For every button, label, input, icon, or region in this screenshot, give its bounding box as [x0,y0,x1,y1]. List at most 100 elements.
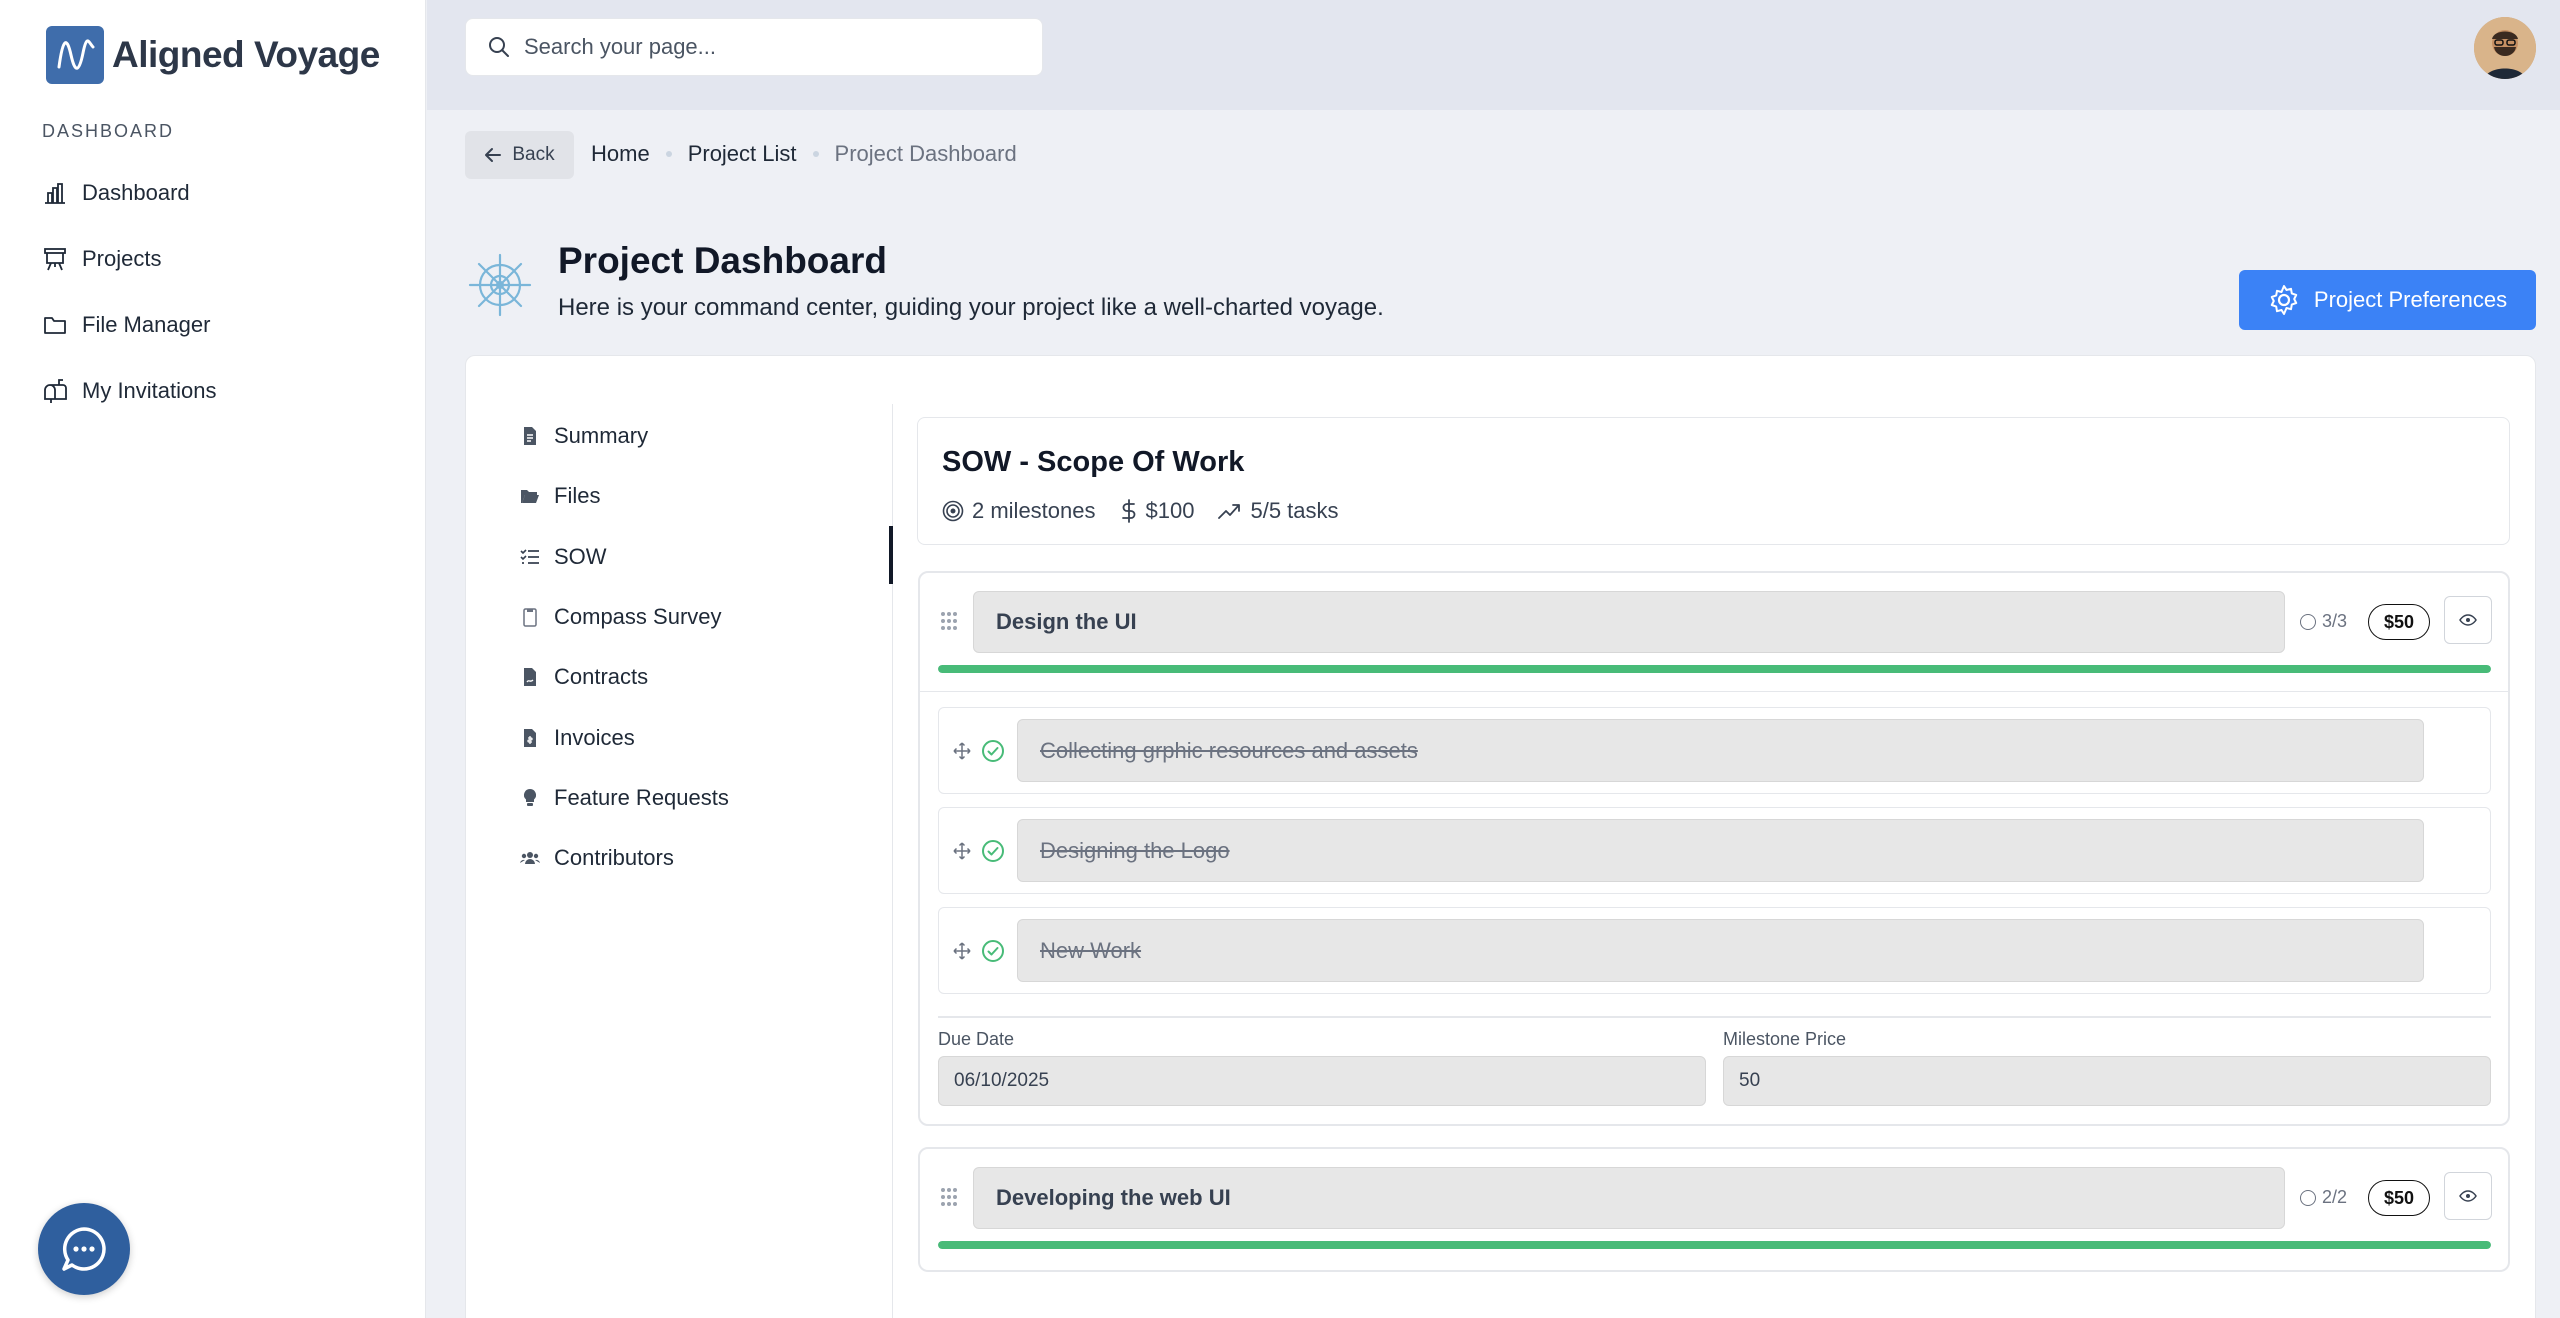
sidebar-nav: Dashboard Projects File Manager My Invit… [42,160,217,424]
tab-contributors[interactable]: Contributors [508,828,943,888]
clipboard-icon [520,607,540,627]
user-avatar[interactable] [2474,17,2536,79]
tab-label: Feature Requests [554,784,729,810]
milestone-progress-fill [938,1241,2491,1249]
sidebar-item-projects[interactable]: Projects [42,226,217,292]
tab-label: Contracts [554,664,649,690]
gear-icon [2268,284,2300,316]
breadcrumb-current: Project Dashboard [834,141,1017,166]
tab-invoices[interactable]: Invoices [508,707,943,767]
move-icon[interactable] [953,742,971,760]
tab-label: Compass Survey [554,604,722,630]
milestone-name-field[interactable]: Developing the web UI [973,1167,2285,1229]
tab-label: Summary [554,423,649,449]
due-date-label: Due Date [938,1029,1015,1049]
sidebar-item-label: Dashboard [82,180,190,205]
tab-feature-requests[interactable]: Feature Requests [508,768,943,828]
due-date-field[interactable]: 06/10/2025 [938,1056,1706,1106]
circle-icon [2300,613,2316,630]
logo-wave-icon [46,26,104,84]
sow-amount: $100 [1120,498,1195,524]
sidebar-item-label: My Invitations [82,378,217,403]
task-row: Collecting grphic resources and assets [938,707,2491,794]
milestone-name-field[interactable]: Design the UI [973,591,2285,653]
tab-label: SOW [554,543,607,569]
breadcrumb-separator [665,151,672,157]
check-circle-icon[interactable] [981,839,1005,863]
toggle-visibility-button[interactable] [2444,596,2492,644]
sidebar-item-label: Projects [82,246,162,271]
sidebar-item-dashboard[interactable]: Dashboard [42,160,217,226]
easel-icon [42,246,68,272]
eye-icon [2459,614,2477,626]
tab-files[interactable]: Files [508,466,943,526]
page-title: Project Dashboard [558,240,887,281]
chat-bubble-icon [58,1223,110,1275]
amount-text: $100 [1145,498,1195,523]
milestone-header: Design the UI 3/3 $50 [920,573,2508,653]
milestone-task-count: 3/3 [2300,611,2347,632]
milestone-card: Design the UI 3/3 $50 Collecting grphic … [918,571,2510,1126]
milestone-header: Developing the web UI 2/2 $50 [920,1149,2508,1229]
back-button[interactable]: Back [465,131,574,179]
page-subtitle: Here is your command center, guiding you… [558,294,1384,321]
users-icon [520,848,540,868]
search-icon [488,36,510,58]
search-bar[interactable] [465,18,1043,76]
milestones-count: 2 milestones [942,498,1096,524]
folder-open-icon [520,486,540,506]
tab-label: Invoices [554,724,635,750]
check-circle-icon[interactable] [981,939,1005,963]
milestone-progress-bar [938,1241,2491,1249]
tab-summary[interactable]: Summary [508,406,943,466]
sidebar-item-file-manager[interactable]: File Manager [42,292,217,358]
milestone-price-label: Milestone Price [1723,1029,1847,1049]
project-preferences-button[interactable]: Project Preferences [2239,270,2536,330]
bar-chart-icon [42,180,68,206]
app-logo[interactable]: Aligned Voyage [46,26,380,84]
dollar-icon [1120,499,1138,523]
folder-icon [42,312,68,338]
milestone-price-badge: $50 [2368,604,2430,640]
breadcrumb-home[interactable]: Home [591,141,650,167]
task-row: New Work [938,907,2491,994]
tab-compass-survey[interactable]: Compass Survey [508,587,943,647]
file-text-icon [520,426,540,446]
milestone-price-field[interactable]: 50 [1723,1056,2491,1106]
task-row: Designing the Logo [938,807,2491,894]
move-icon[interactable] [953,842,971,860]
search-input[interactable] [524,34,1004,60]
ship-helm-icon [465,250,535,320]
sidebar-item-my-invitations[interactable]: My Invitations [42,358,217,424]
project-tabs: Summary Files SOW Compass Survey Contrac… [508,406,943,888]
breadcrumb-project-list[interactable]: Project List [688,141,797,167]
sow-title: SOW - Scope Of Work [942,446,1245,478]
project-content-card: Summary Files SOW Compass Survey Contrac… [465,355,2536,1318]
file-contract-icon [520,667,540,687]
task-name-field[interactable]: Designing the Logo [1017,819,2424,882]
drag-handle-icon[interactable] [940,1187,958,1209]
sidebar-item-label: File Manager [82,312,211,337]
check-circle-icon[interactable] [981,739,1005,763]
move-icon[interactable] [953,942,971,960]
app-name: Aligned Voyage [112,34,380,75]
milestone-price-badge: $50 [2368,1180,2430,1216]
toggle-visibility-button[interactable] [2444,1172,2492,1220]
tab-sow[interactable]: SOW [508,527,943,587]
sidebar-section-label: DASHBOARD [42,121,175,141]
task-name-field[interactable]: New Work [1017,919,2424,982]
tasks-text: 5/5 tasks [1250,498,1339,523]
breadcrumb: Home Project List Project Dashboard [591,141,1017,167]
active-tab-indicator [889,526,893,584]
milestone-progress-bar [938,665,2491,673]
task-name-field[interactable]: Collecting grphic resources and assets [1017,719,2424,782]
milestone-separator [920,691,2508,692]
tab-contracts[interactable]: Contracts [508,647,943,707]
milestone-task-count: 2/2 [2300,1187,2347,1208]
drag-handle-icon[interactable] [940,611,958,633]
project-preferences-label: Project Preferences [2313,287,2508,312]
trending-up-icon [1218,502,1242,520]
back-label: Back [512,144,555,165]
circle-icon [2300,1189,2316,1206]
chat-support-button[interactable] [38,1203,130,1295]
